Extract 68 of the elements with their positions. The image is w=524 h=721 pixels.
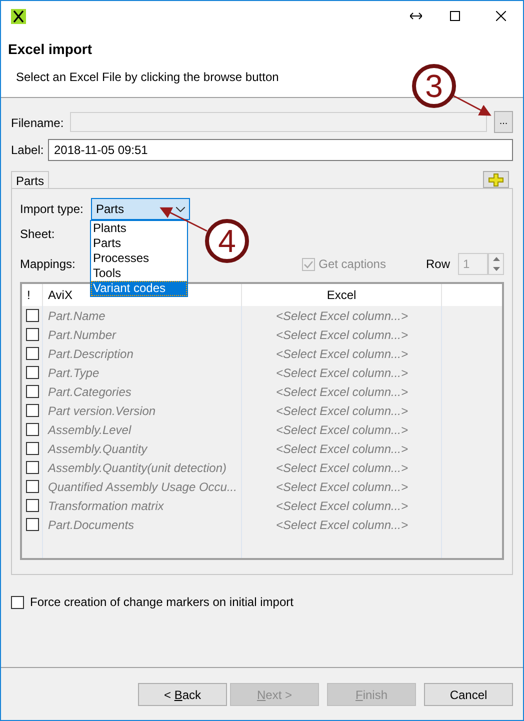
- row-checkbox[interactable]: [26, 385, 39, 398]
- import-type-dropdown[interactable]: Parts: [91, 198, 190, 220]
- wizard-button[interactable]: < Back: [138, 683, 227, 706]
- table-cell-text: Part.Categories: [47, 384, 132, 400]
- label-field[interactable]: 2018-11-05 09:51: [48, 139, 513, 161]
- row-label: Row: [426, 256, 450, 273]
- table-cell[interactable]: <Select Excel column...>: [276, 306, 408, 324]
- dropdown-option[interactable]: Processes: [91, 251, 187, 266]
- wizard-button[interactable]: Cancel: [424, 683, 513, 706]
- spinner[interactable]: [488, 253, 504, 275]
- label-label: Label:: [11, 142, 45, 159]
- dropdown-option[interactable]: Parts: [91, 236, 187, 251]
- table-cell[interactable]: <Select Excel column...>: [276, 458, 408, 476]
- dropdown-option[interactable]: Variant codes: [91, 281, 187, 296]
- table-cell[interactable]: <Select Excel column...>: [276, 440, 408, 458]
- table-cell-text: Assembly.Quantity: [46, 440, 149, 458]
- row-checkbox[interactable]: [26, 499, 39, 512]
- table-cell[interactable]: <Select Excel column...>: [276, 496, 408, 514]
- table-cell-text: Part.Description: [47, 346, 134, 362]
- chevron-icon: [176, 206, 185, 212]
- row-checkbox[interactable]: [26, 518, 39, 531]
- dropdown-option[interactable]: Tools: [91, 266, 187, 281]
- table-cell[interactable]: <Select Excel column...>: [276, 402, 408, 420]
- callout-badge: 3: [412, 64, 456, 108]
- table-cell[interactable]: <Select Excel column...>: [276, 516, 408, 534]
- import-type-label: Import type:: [20, 201, 84, 218]
- table-cell-text: Part.Documents: [47, 516, 136, 534]
- resize-icon[interactable]: [410, 12, 422, 20]
- row-checkbox[interactable]: [26, 366, 39, 379]
- table-cell-text: Quantified Assembly Usage Occu...: [47, 478, 238, 496]
- table-cell[interactable]: <Select Excel column...>: [276, 326, 408, 344]
- callout-arrow: [160, 207, 208, 232]
- column-header[interactable]: Excel: [242, 284, 442, 306]
- table-cell-text: Part.Type: [47, 364, 100, 382]
- mappings-label: Mappings:: [20, 256, 76, 273]
- table-cell-text: Part.Number: [47, 326, 118, 344]
- row-checkbox[interactable]: [26, 461, 39, 474]
- row-checkbox[interactable]: [26, 423, 39, 436]
- close-icon[interactable]: [496, 11, 506, 21]
- force-markers-label: Force creation of change markers on initial import: [30, 594, 294, 611]
- page-title: Excel import: [8, 40, 94, 59]
- tab[interactable]: Parts: [11, 171, 50, 189]
- table-cell[interactable]: <Select Excel column...>: [276, 364, 408, 382]
- row-checkbox[interactable]: [26, 442, 39, 455]
- force-markers-checkbox[interactable]: [11, 596, 24, 608]
- table-cell[interactable]: <Select Excel column...>: [276, 344, 408, 362]
- table-cell[interactable]: <Select Excel column...>: [276, 478, 408, 496]
- table-cell-text: Assembly.Level: [46, 422, 132, 438]
- row-checkbox[interactable]: [26, 347, 39, 360]
- maximize-icon[interactable]: [450, 11, 460, 21]
- sheet-label: Sheet:: [20, 226, 55, 243]
- row-checkbox[interactable]: [26, 309, 39, 322]
- table-cell-text: Assembly.Quantity(unit detection): [46, 460, 228, 476]
- dropdown-option[interactable]: Plants: [91, 221, 187, 236]
- callout-arrow: [452, 94, 492, 116]
- filename-label: Filename:: [11, 115, 65, 132]
- table-cell-text: Part.Name: [47, 308, 106, 324]
- table-cell-text: Transformation matrix: [47, 498, 165, 514]
- row-checkbox[interactable]: [26, 404, 39, 417]
- get-captions-label: Get captions: [318, 256, 386, 273]
- row-checkbox[interactable]: [26, 328, 39, 341]
- row-checkbox[interactable]: [26, 480, 39, 493]
- column-header[interactable]: !: [22, 284, 43, 306]
- add-button[interactable]: [483, 171, 509, 188]
- table-cell[interactable]: <Select Excel column...>: [276, 382, 408, 400]
- table-cell-text: Part version.Version: [47, 402, 157, 420]
- table-cell[interactable]: <Select Excel column...>: [276, 420, 408, 438]
- app-icon: [11, 8, 26, 24]
